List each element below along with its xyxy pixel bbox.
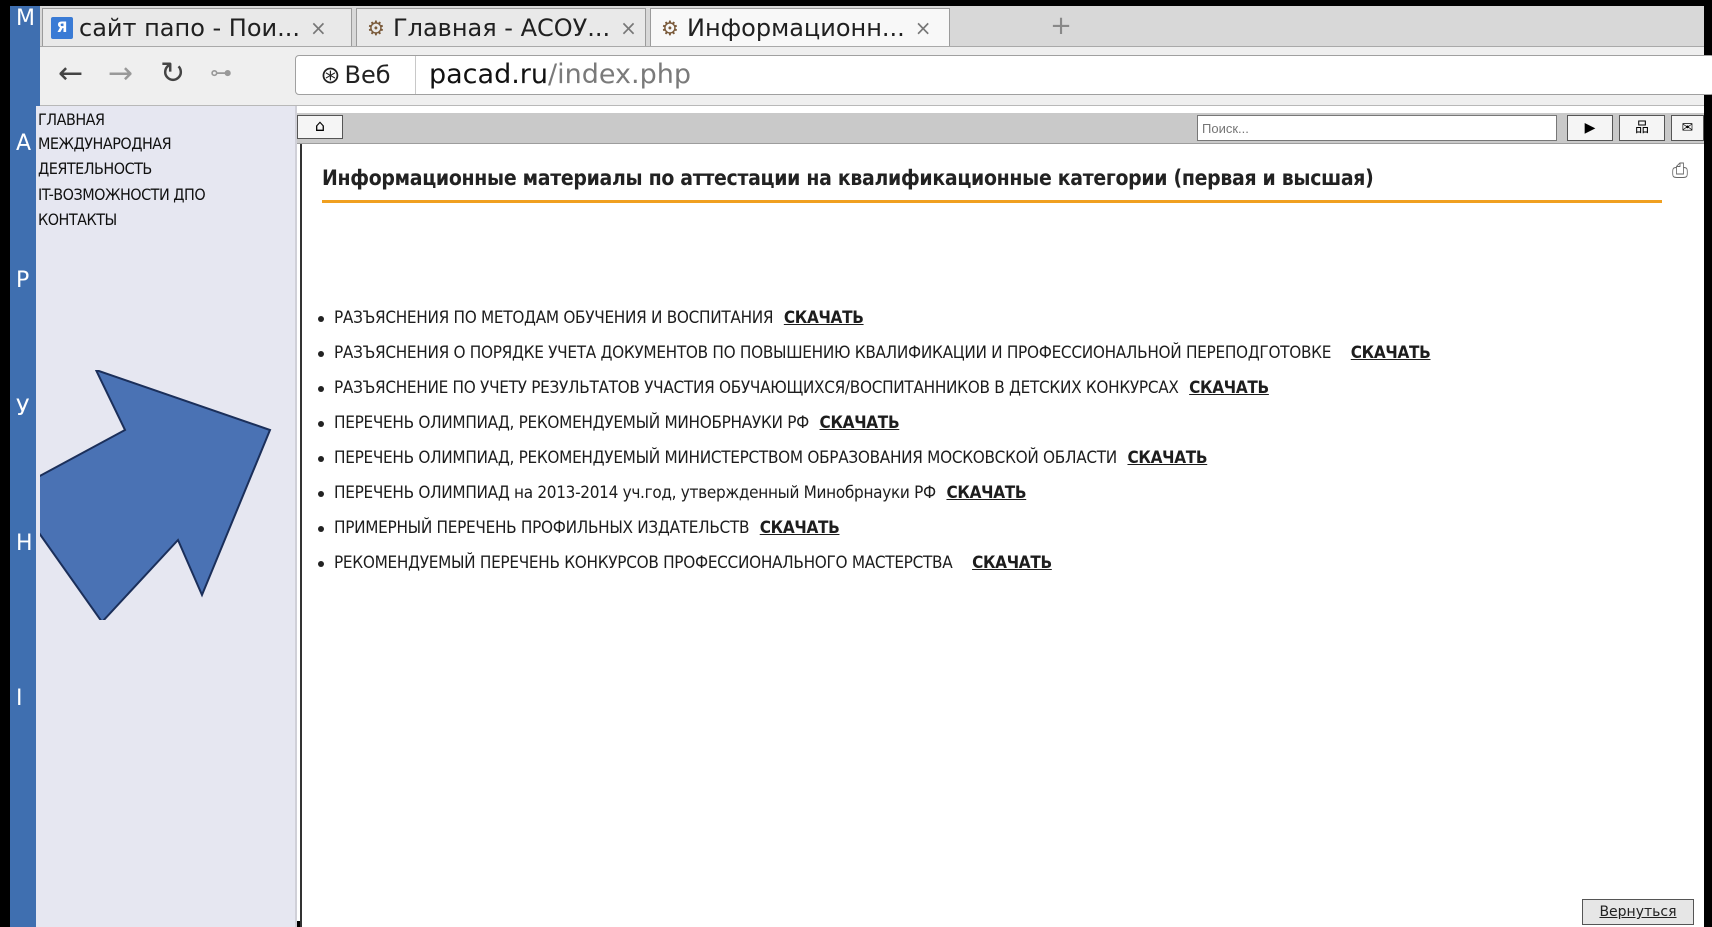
document-title: ПЕРЕЧЕНЬ ОЛИМПИАД, РЕКОМЕНДУЕМЫЙ МИНОБРН… (334, 413, 809, 433)
browser-nav-bar: ← → ↻ ⊶ ⊛ Веб pacad.ru/index.php (40, 47, 1712, 106)
edge-letter: Р (16, 268, 30, 293)
key-icon[interactable]: ⊶ (210, 59, 232, 89)
browser-tab-bar: Я сайт папо - Пои... × ⚙ Главная - АСОУ.… (40, 6, 1704, 47)
download-link[interactable]: СКАЧАТЬ (1189, 378, 1269, 398)
list-item: ПЕРЕЧЕНЬ ОЛИМПИАД на 2013-2014 уч.год, у… (318, 479, 1431, 514)
browser-tab-glavnaya[interactable]: ⚙ Главная - АСОУ... × (356, 8, 646, 46)
screenshot-frame-right (1704, 0, 1712, 927)
screenshot-frame-left (0, 0, 10, 927)
main-content: Информационные материалы по аттестации н… (300, 144, 1704, 927)
back-arrow-icon[interactable]: ← (58, 59, 83, 89)
edge-letter: Н (16, 531, 33, 556)
sidebar-item-mezhdunarodnaya[interactable]: МЕЖДУНАРОДНАЯ ДЕЯТЕЛЬНОСТЬ (36, 131, 196, 181)
list-item: РАЗЪЯСНЕНИЕ ПО УЧЕТУ РЕЗУЛЬТАТОВ УЧАСТИЯ… (318, 374, 1431, 409)
edge-letter: У (16, 396, 30, 421)
web-search-chip[interactable]: ⊛ Веб (296, 56, 416, 94)
print-icon[interactable]: ⎙ (1672, 158, 1688, 182)
sidebar-item-kontakty[interactable]: КОНТАКТЫ (36, 206, 295, 233)
tab-label: Информационн... (687, 13, 905, 42)
document-title: РАЗЪЯСНЕНИЯ О ПОРЯДКЕ УЧЕТА ДОКУМЕНТОВ П… (334, 343, 1332, 363)
download-link[interactable]: СКАЧАТЬ (820, 413, 900, 433)
download-link[interactable]: СКАЧАТЬ (1351, 343, 1431, 363)
list-item: ПЕРЕЧЕНЬ ОЛИМПИАД, РЕКОМЕНДУЕМЫЙ МИНОБРН… (318, 409, 1431, 444)
url-domain: pacad.ru (429, 59, 549, 90)
new-tab-plus-icon[interactable]: + (1048, 13, 1074, 40)
web-chip-label: Веб (344, 61, 391, 89)
list-item: РАЗЪЯСНЕНИЯ О ПОРЯДКЕ УЧЕТА ДОКУМЕНТОВ П… (318, 339, 1431, 374)
site-toolbar: ⌂ ▶ 品 ✉ (297, 113, 1704, 144)
list-item: РЕКОМЕНДУЕМЫЙ ПЕРЕЧЕНЬ КОНКУРСОВ ПРОФЕСС… (318, 549, 1431, 584)
document-title: ПЕРЕЧЕНЬ ОЛИМПИАД, РЕКОМЕНДУЕМЫЙ МИНИСТЕ… (334, 448, 1117, 468)
document-title: РАЗЪЯСНЕНИЯ ПО МЕТОДАМ ОБУЧЕНИЯ И ВОСПИТ… (334, 308, 774, 328)
url-path: /index.php (548, 59, 691, 90)
document-title: ПЕРЕЧЕНЬ ОЛИМПИАД на 2013-2014 уч.год, у… (334, 483, 936, 503)
close-icon[interactable]: × (310, 16, 327, 40)
yandex-icon: Я (51, 16, 73, 39)
documents-list: РАЗЪЯСНЕНИЯ ПО МЕТОДАМ ОБУЧЕНИЯ И ВОСПИТ… (318, 304, 1431, 584)
edge-letter: А (16, 131, 32, 156)
close-icon[interactable]: × (915, 16, 932, 40)
back-link[interactable]: Вернуться (1582, 899, 1694, 925)
forward-arrow-icon[interactable]: → (108, 59, 133, 89)
edge-letter: М (16, 6, 35, 31)
annotation-arrow-shape (40, 370, 272, 620)
url-text[interactable]: pacad.ru/index.php (429, 59, 691, 90)
edge-letter: І (16, 686, 23, 711)
mail-icon[interactable]: ✉ (1671, 115, 1704, 141)
site-search-input[interactable] (1197, 115, 1557, 141)
browser-tab-yandex[interactable]: Я сайт папо - Пои... × (42, 8, 352, 46)
browser-tab-informatsionnye[interactable]: ⚙ Информационн... × (650, 8, 950, 46)
home-icon[interactable]: ⌂ (297, 115, 343, 139)
document-title: РАЗЪЯСНЕНИЕ ПО УЧЕТУ РЕЗУЛЬТАТОВ УЧАСТИЯ… (334, 378, 1179, 398)
sitemap-icon[interactable]: 品 (1619, 115, 1665, 141)
address-bar[interactable]: ⊛ Веб pacad.ru/index.php (295, 55, 1712, 95)
tab-label: Главная - АСОУ... (393, 13, 611, 42)
document-title: ПРИМЕРНЫЙ ПЕРЕЧЕНЬ ПРОФИЛЬНЫХ ИЗДАТЕЛЬСТ… (334, 518, 750, 538)
close-icon[interactable]: × (620, 16, 637, 40)
download-link[interactable]: СКАЧАТЬ (1127, 448, 1207, 468)
download-link[interactable]: СКАЧАТЬ (784, 308, 864, 328)
sidebar-item-glavnaya[interactable]: ГЛАВНАЯ (36, 106, 295, 133)
site-icon: ⚙ (367, 15, 385, 40)
download-link[interactable]: СКАЧАТЬ (760, 518, 840, 538)
download-link[interactable]: СКАЧАТЬ (972, 553, 1052, 573)
sidebar-item-it[interactable]: IT-ВОЗМОЖНОСТИ ДПО (36, 181, 295, 208)
list-item: ПЕРЕЧЕНЬ ОЛИМПИАД, РЕКОМЕНДУЕМЫЙ МИНИСТЕ… (318, 444, 1431, 479)
page-title: Информационные материалы по аттестации н… (322, 166, 1662, 203)
list-item: РАЗЪЯСНЕНИЯ ПО МЕТОДАМ ОБУЧЕНИЯ И ВОСПИТ… (318, 304, 1431, 339)
reload-icon[interactable]: ↻ (160, 59, 185, 89)
tab-label: сайт папо - Пои... (79, 13, 301, 42)
annotation-arrow-icon (40, 370, 272, 620)
list-item: ПРИМЕРНЫЙ ПЕРЕЧЕНЬ ПРОФИЛЬНЫХ ИЗДАТЕЛЬСТ… (318, 514, 1431, 549)
search-go-icon[interactable]: ▶ (1567, 115, 1613, 141)
document-title: РЕКОМЕНДУЕМЫЙ ПЕРЕЧЕНЬ КОНКУРСОВ ПРОФЕСС… (334, 553, 953, 573)
site-icon: ⚙ (661, 15, 679, 40)
download-link[interactable]: СКАЧАТЬ (946, 483, 1026, 503)
globe-icon: ⊛ (320, 61, 341, 89)
